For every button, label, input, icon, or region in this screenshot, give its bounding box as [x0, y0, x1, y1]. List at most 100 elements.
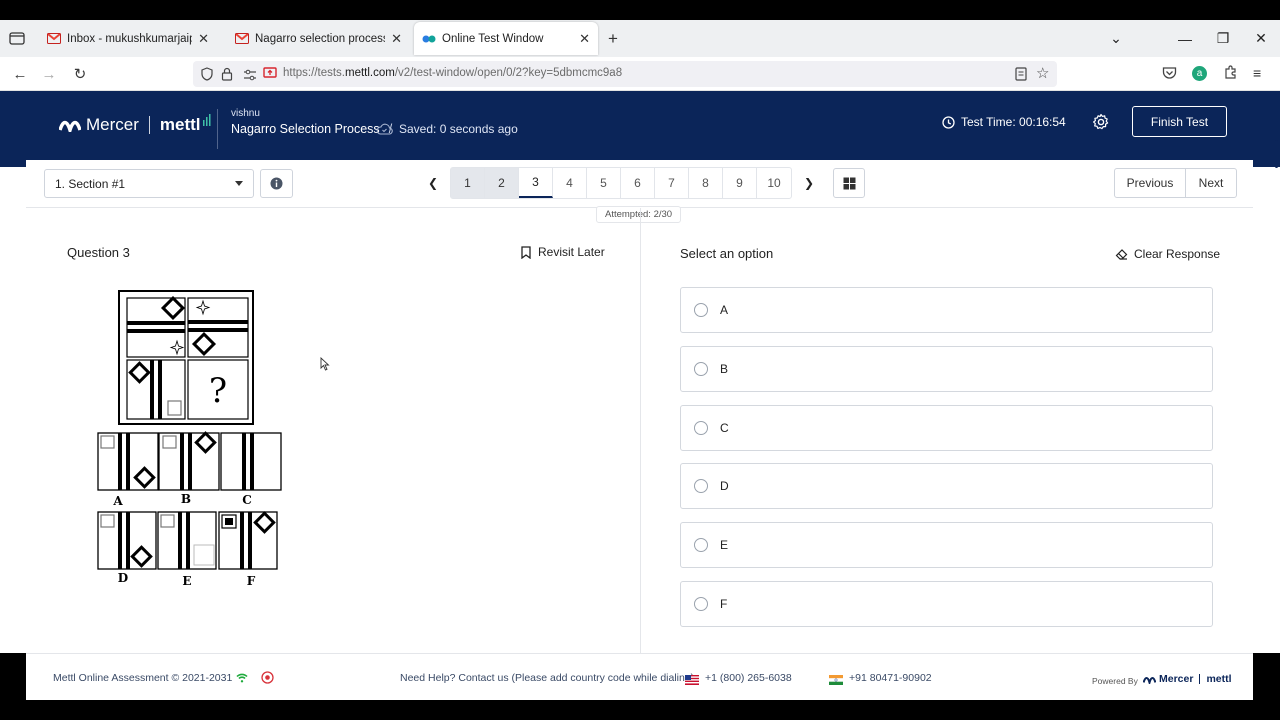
- header-divider: [217, 109, 218, 149]
- pager-next-chevron-icon[interactable]: ❯: [802, 175, 816, 191]
- tab-title: Inbox - mukushkumarjaipur@gm: [67, 32, 192, 45]
- permissions-icon[interactable]: [243, 68, 257, 86]
- recording-icon: [261, 671, 274, 689]
- radio-button[interactable]: [694, 420, 708, 435]
- figure-label-c: C: [242, 493, 252, 507]
- pocket-icon[interactable]: [1162, 66, 1177, 85]
- page-scrollbar-thumb[interactable]: [1275, 140, 1278, 168]
- page-button-7[interactable]: 7: [655, 168, 689, 198]
- page-button-2[interactable]: 2: [485, 168, 519, 198]
- section-dropdown[interactable]: 1. Section #1: [44, 169, 254, 198]
- restore-icon[interactable]: ❐: [1204, 20, 1242, 57]
- radio-button[interactable]: [694, 361, 708, 376]
- screen-share-icon[interactable]: [263, 67, 277, 85]
- pager-prev-chevron-icon[interactable]: ❮: [426, 175, 440, 191]
- logo-separator: [148, 116, 150, 134]
- answer-option[interactable]: B: [680, 345, 1213, 392]
- new-tab-icon[interactable]: +: [608, 29, 618, 49]
- test-process-name: Nagarro Selection Process /: [231, 122, 393, 136]
- shield-icon[interactable]: [201, 67, 213, 86]
- info-icon: [270, 177, 283, 190]
- page-button-3[interactable]: 3: [519, 168, 553, 198]
- revisit-later-button[interactable]: Revisit Later: [521, 245, 605, 259]
- page-button-1[interactable]: 1: [451, 168, 485, 198]
- previous-button[interactable]: Previous: [1115, 169, 1186, 197]
- close-tab-icon[interactable]: ✕: [579, 31, 590, 47]
- candidate-name: vishnu: [231, 108, 260, 119]
- answer-option-label: B: [720, 361, 729, 376]
- mouse-pointer-icon: [320, 356, 330, 376]
- section-info-button[interactable]: [260, 169, 293, 198]
- footer-logo: Mercer mettl: [1143, 673, 1232, 685]
- page-button-8[interactable]: 8: [689, 168, 723, 198]
- close-tab-icon[interactable]: ✕: [198, 31, 209, 47]
- answer-option[interactable]: E: [680, 522, 1213, 569]
- bookmark-star-icon[interactable]: ☆: [1036, 64, 1049, 82]
- lock-icon[interactable]: [221, 67, 233, 86]
- radio-button[interactable]: [694, 303, 708, 317]
- puzzle-image: ? A B C D E F: [80, 285, 295, 590]
- radio-button[interactable]: [694, 538, 708, 553]
- logo-separator: [1199, 674, 1201, 684]
- tab-title: Nagarro selection process upda: [255, 32, 386, 45]
- powered-by-label: Powered By: [1092, 676, 1138, 686]
- figure-label-a: A: [112, 494, 123, 508]
- clear-response-button[interactable]: Clear Response: [1115, 247, 1220, 261]
- answer-option[interactable]: A: [680, 287, 1213, 333]
- page-button-9[interactable]: 9: [723, 168, 757, 198]
- next-button[interactable]: Next: [1186, 169, 1236, 197]
- reader-view-icon[interactable]: [1015, 67, 1027, 86]
- answer-option[interactable]: F: [680, 581, 1213, 627]
- figure-label-b: B: [181, 492, 191, 506]
- grammarly-extension-icon[interactable]: a: [1192, 66, 1207, 81]
- phone-us[interactable]: +1 (800) 265-6038: [705, 672, 792, 684]
- page-button-10[interactable]: 10: [757, 168, 791, 198]
- tab-online-test[interactable]: Online Test Window ✕: [414, 22, 598, 55]
- tab-nagarro-mail[interactable]: Nagarro selection process upda ✕: [227, 22, 410, 55]
- page-gutter-left: [0, 167, 26, 653]
- tab-overview-icon[interactable]: [9, 31, 25, 45]
- close-window-icon[interactable]: ✕: [1242, 20, 1280, 57]
- page-button-6[interactable]: 6: [621, 168, 655, 198]
- mercer-logo-icon: [59, 120, 81, 132]
- gmail-icon: [235, 32, 249, 46]
- page-button-5[interactable]: 5: [587, 168, 621, 198]
- radio-button[interactable]: [694, 479, 708, 494]
- grid-icon: [843, 177, 855, 189]
- screen: Inbox - mukushkumarjaipur@gm ✕ Nagarro s…: [0, 0, 1280, 720]
- minimize-icon[interactable]: —: [1166, 20, 1204, 57]
- radio-button[interactable]: [694, 597, 708, 611]
- extensions-icon[interactable]: [1223, 65, 1238, 85]
- attempted-count: Attempted: 2/30: [596, 206, 682, 223]
- page-gutter-right: [1253, 167, 1280, 653]
- tab-list-chevron-icon[interactable]: ⌄: [1097, 20, 1135, 57]
- question-title: Question 3: [67, 245, 130, 260]
- test-header: Mercer mettl vishnu Nagarro Selection Pr…: [0, 91, 1280, 167]
- bookmark-icon: [521, 245, 531, 259]
- phone-india[interactable]: +91 80471-90902: [849, 672, 932, 684]
- cloud-icon: [376, 123, 393, 135]
- finish-test-button[interactable]: Finish Test: [1132, 106, 1227, 137]
- answer-option[interactable]: D: [680, 463, 1213, 510]
- tab-inbox[interactable]: Inbox - mukushkumarjaipur@gm ✕: [39, 22, 217, 55]
- answer-option[interactable]: C: [680, 404, 1213, 451]
- answer-option-label: C: [720, 420, 729, 435]
- address-bar[interactable]: https://tests.mettl.com/v2/test-window/o…: [193, 61, 1057, 87]
- mercer-logo-icon: [1143, 676, 1156, 684]
- select-option-heading: Select an option: [680, 246, 774, 261]
- url-text[interactable]: https://tests.mettl.com/v2/test-window/o…: [283, 67, 622, 79]
- question-figure: ? A B C D E F: [80, 285, 295, 590]
- top-letterbox: [0, 0, 1280, 20]
- india-flag-icon: [829, 672, 843, 685]
- menu-icon[interactable]: ≡: [1253, 65, 1261, 81]
- page-button-4[interactable]: 4: [553, 168, 587, 198]
- figure-label-d: D: [118, 571, 128, 585]
- answer-option-label: F: [720, 597, 728, 611]
- reload-icon[interactable]: ↻: [68, 63, 92, 85]
- forward-icon[interactable]: →: [37, 63, 61, 85]
- close-tab-icon[interactable]: ✕: [391, 31, 402, 47]
- section-dropdown-value: 1. Section #1: [55, 176, 126, 191]
- settings-gear-icon[interactable]: [1092, 113, 1110, 131]
- question-grid-button[interactable]: [833, 168, 865, 198]
- back-icon[interactable]: ←: [8, 63, 32, 85]
